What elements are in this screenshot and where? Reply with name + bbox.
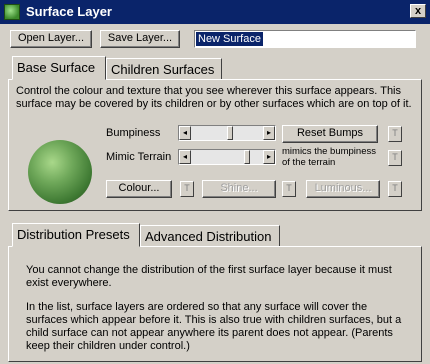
distribution-message-1: You cannot change the distribution of th… [26,264,392,289]
mimic-terrain-t-button[interactable]: T [388,150,402,166]
save-layer-button[interactable]: Save Layer... [100,30,180,48]
colour-button[interactable]: Colour... [106,180,172,198]
mimic-terrain-note: mimics the bumpiness of the terrain [282,146,376,168]
shine-button[interactable]: Shine... [202,180,276,198]
title-bar: Surface Layer x [0,0,430,24]
shine-t-button[interactable]: T [282,181,296,197]
tab-distribution-presets[interactable]: Distribution Presets [12,223,140,247]
tab-children-surfaces[interactable]: Children Surfaces [106,58,222,80]
surface-name-input[interactable]: New Surface [194,30,416,48]
surface-preview-sphere [28,140,92,204]
bumpiness-right-arrow-icon[interactable]: ▸ [263,126,275,140]
reset-bumps-button[interactable]: Reset Bumps [282,125,378,143]
mimic-terrain-slider[interactable]: ◂ ▸ [178,149,276,165]
open-layer-button[interactable]: Open Layer... [10,30,92,48]
mimic-terrain-slider-thumb[interactable] [244,150,250,164]
planet-icon [4,4,20,20]
tab-advanced-distribution[interactable]: Advanced Distribution [140,225,280,247]
bumpiness-slider-thumb[interactable] [227,126,233,140]
base-surface-description: Control the colour and texture that you … [16,85,412,110]
surface-name-value: New Surface [196,32,263,46]
colour-t-button[interactable]: T [180,181,194,197]
tab-base-surface[interactable]: Base Surface [12,56,106,80]
bumpiness-label: Bumpiness [106,127,161,139]
bumpiness-left-arrow-icon[interactable]: ◂ [179,126,191,140]
luminous-button[interactable]: Luminous... [306,180,380,198]
luminous-t-button[interactable]: T [388,181,402,197]
bumpiness-slider[interactable]: ◂ ▸ [178,125,276,141]
mimic-left-arrow-icon[interactable]: ◂ [179,150,191,164]
bumpiness-t-button[interactable]: T [388,126,402,142]
mimic-right-arrow-icon[interactable]: ▸ [263,150,275,164]
close-button[interactable]: x [410,4,426,18]
distribution-message-2: In the list, surface layers are ordered … [26,301,402,352]
mimic-terrain-label: Mimic Terrain [106,151,172,163]
window-title: Surface Layer [26,4,112,19]
